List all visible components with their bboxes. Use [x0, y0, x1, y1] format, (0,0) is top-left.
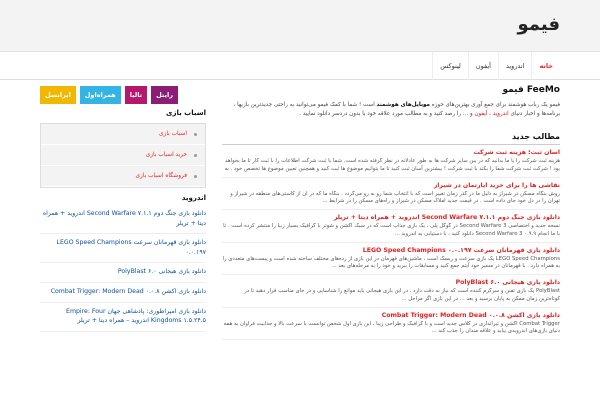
post-excerpt: هزینه ثبت شرکت را با ما بدانید که در بین… — [224, 158, 560, 174]
intro-part-3: و ... را رصد کنید و به مطالب مورد علاقه … — [299, 111, 475, 117]
post-title[interactable]: نقاشی ها را برای خرید آپارتمان در شیراز — [222, 182, 560, 191]
intro-text: فیمو یک رباب هوشمند برای جمع آوری بهترین… — [222, 101, 560, 129]
operator-badges: ایرانسل همراه‌اول تالیا رایتل — [40, 86, 206, 104]
nav-item-iphone[interactable]: آیفون — [467, 52, 498, 80]
post-title[interactable]: دانلود بازی جنگ دوم ۷.۱.۱ Second Warfare… — [222, 214, 560, 223]
android-post-link[interactable]: دانلود بازی امپراطوری: پادشاهی جهان Empi… — [40, 303, 206, 332]
widget-title: اسباب بازی — [166, 109, 206, 117]
nav-bar: خانه اندروید آیفون لینوکس — [0, 52, 600, 80]
section-title: مطالب جدید — [222, 132, 560, 145]
sidebar: ایرانسل همراه‌اول تالیا رایتل اسباب بازی… — [40, 82, 206, 332]
post-title[interactable]: دانلود بازی اکشن Combat Trigger: Modern … — [222, 312, 560, 321]
main-nav: خانه اندروید آیفون لینوکس — [432, 52, 560, 80]
post-item: نقاشی ها را برای خرید آپارتمان در شیراز … — [222, 178, 560, 210]
site-logo[interactable]: فیمو — [518, 14, 561, 35]
android-post-link[interactable]: دانلود بازی اکشن Combat Trigger: Modern … — [40, 283, 206, 303]
badge-taliya[interactable]: تالیا — [124, 86, 148, 104]
toy-links-list: اسباب بازی خرید اسباب بازی فروشگاه اسباب… — [40, 123, 206, 188]
post-item: دانلود بازی قهرمانان سرعت LEGO Speed Cha… — [222, 243, 561, 275]
nav-item-home[interactable]: خانه — [531, 52, 560, 80]
page-title: FeeMo فیمو — [502, 85, 560, 95]
sidebar-link[interactable]: اسباب بازی — [41, 124, 205, 145]
nav-item-linux[interactable]: لینوکس — [432, 52, 468, 80]
post-excerpt: PolyBlast یک بازی تفنن و سرگرم کننده است… — [244, 288, 560, 302]
intro-highlight: موبایل‌های هوشمند — [376, 102, 431, 108]
badge-hamrah-aval[interactable]: همراه‌اول — [79, 86, 121, 104]
sidebar-link[interactable]: خرید اسباب بازی — [41, 145, 205, 166]
android-widget-title: اندروید — [181, 194, 206, 202]
badge-rightel[interactable]: رایتل — [151, 86, 178, 104]
badge-irancell[interactable]: ایرانسل — [40, 86, 76, 104]
android-post-link[interactable]: دانلود بازی قهرمانان سرعت LEGO Speed Cha… — [40, 234, 206, 264]
post-item: دانلود بازی هیجانی PolyBlast ۶.۰ PolyBla… — [222, 275, 560, 308]
sidebar-link[interactable]: فروشگاه اسباب بازی — [41, 166, 205, 187]
post-title[interactable]: دانلود بازی قهرمانان سرعت LEGO Speed Cha… — [222, 247, 560, 256]
post-excerpt: LEGO Speed Champions یک بازی سرعت و ریسک… — [222, 255, 561, 270]
android-post-link[interactable]: دانلود بازی هیجانی PolyBlast ۶.۰ — [40, 263, 206, 283]
post-excerpt: Combat Trigger اکشن و تیراندازی در کلاس … — [223, 320, 560, 335]
intro-link[interactable]: اندروید ، آیفون — [474, 111, 508, 117]
post-title[interactable]: آسان ثبت؛ هزینه ثبت شرکت — [222, 149, 560, 158]
post-item: آسان ثبت؛ هزینه ثبت شرکت هزینه ثبت شرکت … — [222, 145, 560, 178]
nav-item-android[interactable]: اندروید — [497, 52, 532, 80]
post-item: دانلود بازی اکشن Combat Trigger: Modern … — [222, 308, 560, 340]
main-content: FeeMo فیمو فیمو یک رباب هوشمند برای جمع … — [222, 82, 560, 340]
post-item: دانلود بازی جنگ دوم ۷.۱.۱ Second Warfare… — [222, 210, 560, 243]
post-title[interactable]: دانلود بازی هیجانی PolyBlast ۶.۰ — [222, 279, 560, 288]
android-post-link[interactable]: دانلود بازی جنگ دوم ۷.۱.۱ Second Warfare… — [40, 205, 206, 235]
post-excerpt: روش بنگاه مسکن در شیراز به دلیل ما در گذ… — [230, 190, 560, 205]
intro-part-1: فیمو یک رباب هوشمند برای جمع آوری بهترین… — [430, 102, 560, 108]
site-header: فیمو — [0, 0, 600, 52]
post-excerpt: نسخه جدید و اختصاصی Second Warfare 3 در … — [223, 223, 560, 237]
